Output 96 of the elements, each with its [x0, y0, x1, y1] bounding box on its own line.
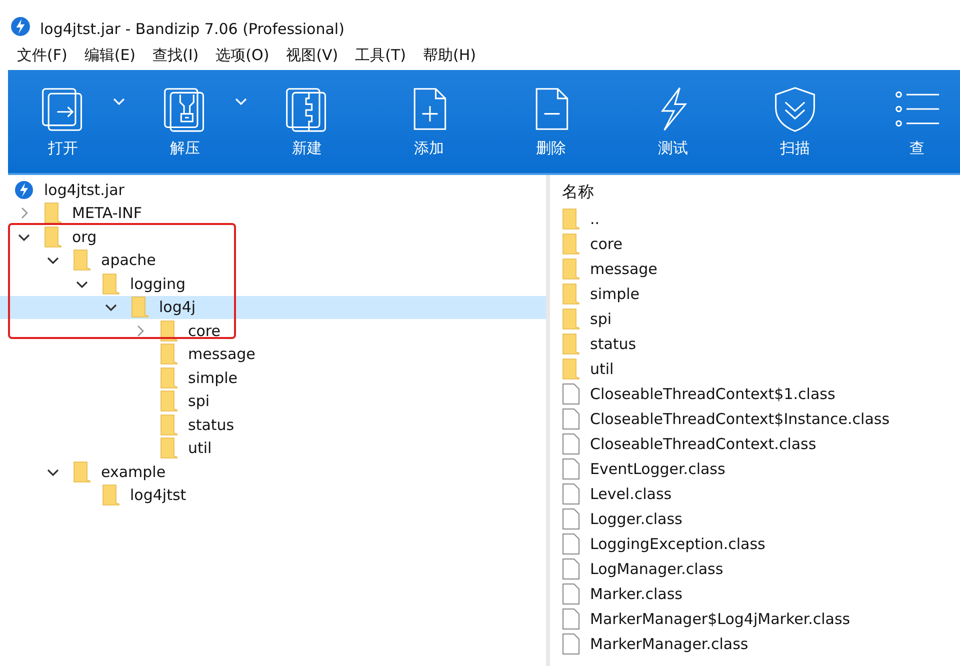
folder-icon: [562, 208, 580, 230]
tree-row[interactable]: logging: [0, 272, 546, 296]
file-icon: [562, 458, 580, 480]
file-icon: [562, 532, 580, 554]
toolbar-button[interactable]: 添加: [396, 85, 462, 158]
folder-icon: [73, 249, 91, 272]
file-icon: [562, 508, 580, 530]
app-logo-icon: [10, 16, 31, 37]
tree-row[interactable]: META-INF: [0, 202, 546, 225]
file-name[interactable]: CloseableThreadContext.class: [590, 434, 816, 452]
file-icon: [562, 608, 580, 630]
folder-icon: [562, 332, 580, 354]
tree-item-label: core: [188, 322, 220, 340]
dropdown-caret-icon[interactable]: [113, 98, 125, 106]
file-icon: [562, 382, 580, 404]
file-name[interactable]: LoggingException.class: [590, 534, 766, 552]
folder-icon: [102, 484, 120, 506]
menu-item[interactable]: 文件(F): [17, 46, 68, 64]
tree-item-label: META-INF: [72, 204, 142, 222]
menu-item[interactable]: 视图(V): [286, 46, 338, 64]
file-icon: [562, 582, 580, 604]
tree-row[interactable]: simple: [0, 366, 546, 390]
tree-row[interactable]: log4jtst: [0, 484, 546, 507]
tree-item-label: log4j: [159, 298, 196, 316]
folder-icon: [44, 202, 62, 224]
tree-row[interactable]: apache: [0, 248, 546, 272]
folder-icon: [562, 358, 580, 380]
file-name[interactable]: core: [590, 234, 622, 252]
tree-item-label: status: [188, 416, 234, 434]
file-name[interactable]: MarkerManager.class: [590, 634, 748, 652]
folder-icon: [562, 308, 580, 330]
folder-icon: [160, 414, 178, 436]
tree-row[interactable]: status: [0, 413, 546, 436]
tree-row[interactable]: message: [0, 342, 546, 366]
file-name[interactable]: LogManager.class: [590, 560, 724, 578]
file-name[interactable]: spi: [590, 310, 612, 328]
dropdown-caret-icon[interactable]: [235, 98, 247, 106]
tree-item-label: simple: [188, 368, 238, 387]
toolbar-button[interactable]: 打开: [30, 85, 96, 158]
file-name[interactable]: util: [590, 360, 614, 378]
tree-item-label: logging: [130, 274, 186, 293]
folder-icon: [562, 282, 580, 304]
file-name[interactable]: Marker.class: [590, 584, 682, 602]
folder-icon: [562, 232, 580, 254]
menu-item[interactable]: 编辑(E): [84, 46, 136, 64]
file-name[interactable]: message: [590, 260, 658, 278]
folder-icon: [131, 296, 149, 318]
tree-item-label: spi: [188, 392, 210, 410]
tree-item-label: util: [188, 439, 212, 458]
toolbar-button[interactable]: 扫描: [762, 85, 828, 158]
tree-item-label: example: [101, 462, 166, 481]
tree-item-label: org: [72, 228, 97, 246]
tree-row[interactable]: util: [0, 436, 546, 460]
toolbar-button[interactable]: 测试: [640, 85, 706, 158]
file-icon: [562, 558, 580, 580]
folder-icon: [102, 272, 120, 295]
tree-row[interactable]: example: [0, 460, 546, 484]
file-name[interactable]: CloseableThreadContext$1.class: [590, 384, 836, 402]
file-name[interactable]: MarkerManager$Log4jMarker.class: [590, 610, 850, 628]
archive-icon: [14, 180, 34, 200]
menu-item[interactable]: 选项(O): [216, 46, 270, 64]
file-name[interactable]: ..: [590, 210, 600, 228]
tree-item-label: message: [188, 345, 256, 364]
window-title: log4jtst.jar - Bandizip 7.06 (Professional): [40, 20, 344, 38]
file-icon: [562, 632, 580, 654]
file-name[interactable]: Level.class: [590, 484, 672, 502]
file-icon: [562, 432, 580, 454]
file-name[interactable]: Logger.class: [590, 510, 682, 528]
tree-item[interactable]: log4jtst.jar: [44, 180, 124, 199]
file-name[interactable]: status: [590, 334, 636, 352]
toolbar-button[interactable]: 解压: [152, 85, 218, 158]
file-name[interactable]: simple: [590, 284, 640, 302]
file-icon: [562, 482, 580, 504]
tree-item-label: apache: [101, 251, 156, 270]
menu-item[interactable]: 查找(I): [152, 46, 199, 64]
menu-item[interactable]: 帮助(H): [423, 46, 476, 64]
folder-icon: [44, 226, 62, 248]
toolbar-button[interactable]: 查: [884, 85, 950, 158]
folder-icon: [160, 390, 178, 412]
toolbar-button[interactable]: 新建: [274, 85, 340, 158]
folder-icon: [562, 258, 580, 280]
file-name[interactable]: EventLogger.class: [590, 460, 726, 478]
file-name[interactable]: CloseableThreadContext$Instance.class: [590, 410, 890, 428]
folder-icon: [160, 366, 178, 389]
column-header[interactable]: 名称: [562, 179, 960, 205]
tree-row[interactable]: spi: [0, 390, 546, 413]
toolbar-button[interactable]: 删除: [518, 85, 584, 158]
folder-icon: [160, 437, 178, 460]
menu-item[interactable]: 工具(T): [355, 46, 406, 64]
folder-icon: [73, 460, 91, 483]
tree-item-label: log4jtst: [130, 486, 186, 504]
tree-row[interactable]: log4j: [0, 296, 546, 319]
folder-icon: [160, 343, 178, 366]
tree-row[interactable]: core: [0, 319, 546, 342]
tree-row[interactable]: org: [0, 225, 546, 248]
file-icon: [562, 408, 580, 430]
